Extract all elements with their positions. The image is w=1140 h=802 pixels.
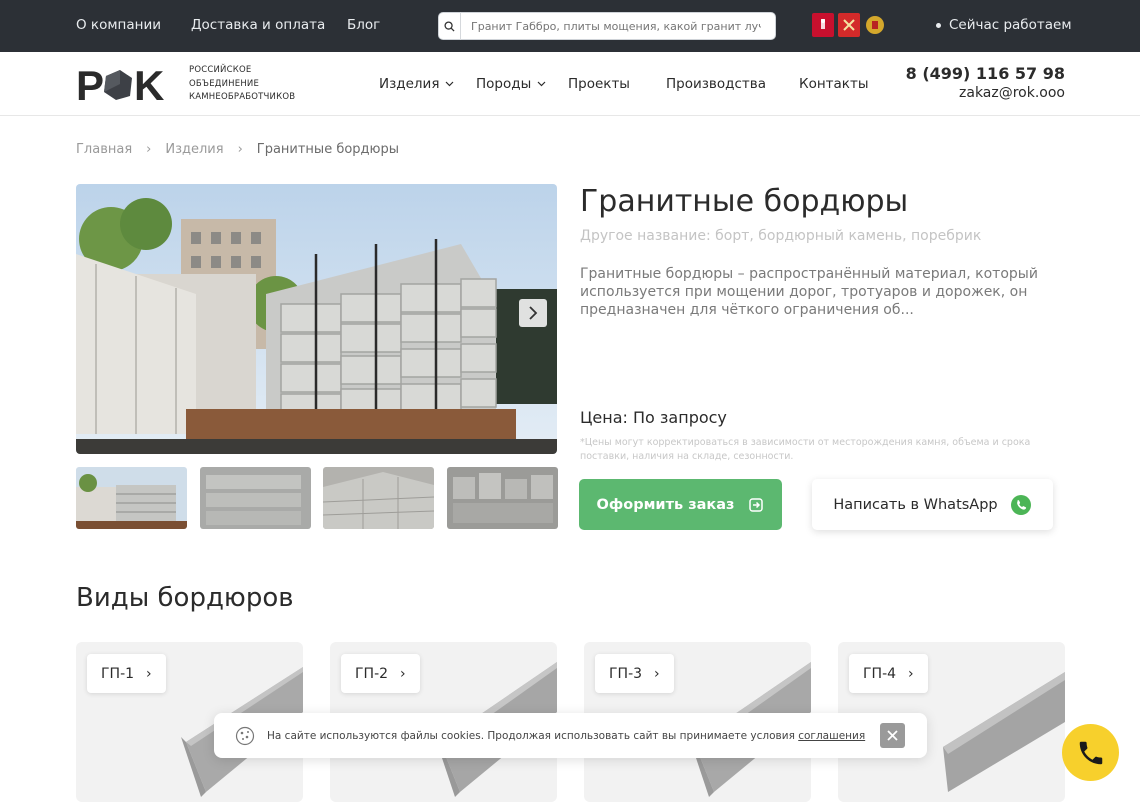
chevron-right-icon: › bbox=[400, 665, 406, 682]
thumbnail-photo bbox=[76, 467, 187, 529]
cookie-close-button[interactable] bbox=[880, 723, 905, 748]
card-label: ГП-3 bbox=[609, 665, 643, 682]
product-main-image[interactable] bbox=[76, 184, 557, 454]
nav-item-label: Изделия bbox=[379, 76, 440, 92]
working-status: Сейчас работаем bbox=[936, 17, 1072, 33]
breadcrumb: Главная › Изделия › Гранитные бордюры bbox=[76, 142, 399, 157]
thumbnail-photo bbox=[447, 467, 558, 529]
chevron-right-icon bbox=[529, 306, 538, 320]
cookie-text: На сайте используются файлы cookies. Про… bbox=[267, 730, 865, 742]
nav-link-about[interactable]: О компании bbox=[76, 17, 161, 33]
breadcrumb-current: Гранитные бордюры bbox=[256, 142, 399, 157]
nav-item-projects[interactable]: Проекты bbox=[568, 76, 630, 92]
card-chip[interactable]: ГП-1 › bbox=[87, 654, 166, 693]
nav-item-label: Проекты bbox=[568, 76, 630, 92]
top-bar: О компании Доставка и оплата Блог Сейчас… bbox=[0, 0, 1140, 52]
granite-curbs-truck-photo bbox=[76, 184, 557, 454]
login-arrow-icon bbox=[749, 497, 764, 512]
whatsapp-icon bbox=[1010, 494, 1031, 515]
nav-item-stones[interactable]: Породы bbox=[476, 76, 546, 92]
chevron-down-icon bbox=[537, 81, 546, 87]
logo-mark-icon: P K bbox=[76, 66, 164, 102]
chevron-right-icon: › bbox=[654, 665, 660, 682]
product-alt-names: Другое название: борт, бордюрный камень,… bbox=[580, 228, 982, 244]
region-flags bbox=[812, 13, 886, 37]
card-chip[interactable]: ГП-4 › bbox=[849, 654, 928, 693]
order-button[interactable]: Оформить заказ bbox=[579, 479, 782, 530]
cookie-agreement-link[interactable]: соглашения bbox=[798, 730, 865, 742]
product-price: Цена: По запросу bbox=[580, 408, 727, 427]
order-button-label: Оформить заказ bbox=[596, 496, 735, 513]
card-chip[interactable]: ГП-2 › bbox=[341, 654, 420, 693]
russia-coat-icon[interactable] bbox=[864, 13, 886, 37]
price-note: *Цены могут корректироваться в зависимос… bbox=[580, 437, 1031, 462]
section-title: Виды бордюров bbox=[76, 583, 294, 613]
thumbnail-photo bbox=[200, 467, 311, 529]
status-text: Сейчас работаем bbox=[949, 17, 1072, 33]
callback-button[interactable] bbox=[1062, 724, 1119, 781]
product-description: Гранитные бордюры – распространённый мат… bbox=[580, 266, 1038, 318]
nav-item-contacts[interactable]: Контакты bbox=[799, 76, 868, 92]
gallery-thumbnail[interactable] bbox=[447, 467, 558, 529]
nav-item-label: Контакты bbox=[799, 76, 869, 92]
spb-coat-icon[interactable] bbox=[838, 13, 860, 37]
svg-text:P: P bbox=[76, 66, 104, 102]
whatsapp-button[interactable]: Написать в WhatsApp bbox=[812, 479, 1053, 530]
nav-item-production[interactable]: Производства bbox=[666, 76, 766, 92]
breadcrumb-products[interactable]: Изделия bbox=[165, 142, 223, 157]
gallery-thumbnail[interactable] bbox=[200, 467, 311, 529]
svg-text:K: K bbox=[134, 66, 164, 102]
nav-link-blog[interactable]: Блог bbox=[347, 17, 380, 33]
moscow-coat-icon[interactable] bbox=[812, 13, 834, 37]
breadcrumb-separator-icon: › bbox=[237, 142, 243, 157]
logo-sub-line: РОССИЙСКОЕ bbox=[189, 65, 252, 75]
close-icon bbox=[887, 730, 898, 741]
email-link[interactable]: zakaz@rok.ooo bbox=[959, 85, 1065, 101]
card-chip[interactable]: ГП-3 › bbox=[595, 654, 674, 693]
nav-item-label: Производства bbox=[666, 76, 766, 92]
cookie-icon bbox=[235, 726, 255, 745]
logo-sub-line: КАМНЕОБРАБОТЧИКОВ bbox=[189, 92, 296, 102]
card-label: ГП-4 bbox=[863, 665, 897, 682]
logo-sub-line: ОБЪЕДИНЕНИЕ bbox=[189, 78, 260, 89]
thumbnail-photo bbox=[323, 467, 434, 529]
card-label: ГП-2 bbox=[355, 665, 389, 682]
product-title: Гранитные бордюры bbox=[580, 184, 909, 219]
phone-icon bbox=[1079, 741, 1102, 764]
logo[interactable]: P K bbox=[76, 66, 176, 102]
cookie-message: На сайте используются файлы cookies. Про… bbox=[267, 729, 795, 742]
search-icon[interactable] bbox=[439, 12, 461, 40]
chevron-right-icon: › bbox=[146, 665, 152, 682]
phone-number[interactable]: 8 (499) 116 57 98 bbox=[906, 64, 1065, 83]
nav-item-label: Породы bbox=[476, 76, 532, 92]
whatsapp-button-label: Написать в WhatsApp bbox=[833, 496, 998, 513]
chevron-down-icon bbox=[446, 81, 454, 87]
breadcrumb-home[interactable]: Главная bbox=[76, 142, 132, 157]
search-box bbox=[438, 12, 776, 40]
gallery-thumbnail[interactable] bbox=[323, 467, 434, 529]
nav-item-products[interactable]: Изделия bbox=[379, 76, 454, 92]
nav-link-delivery[interactable]: Доставка и оплата bbox=[191, 17, 325, 33]
logo-subtitle: РОССИЙСКОЕ ОБЪЕДИНЕНИЕ КАМНЕОБРАБОТЧИКОВ bbox=[189, 64, 295, 105]
status-dot-icon bbox=[936, 22, 941, 28]
chevron-right-icon: › bbox=[908, 665, 914, 682]
card-label: ГП-1 bbox=[101, 665, 135, 682]
gallery-thumbnail[interactable] bbox=[76, 467, 187, 529]
breadcrumb-separator-icon: › bbox=[146, 142, 152, 157]
search-input[interactable] bbox=[461, 19, 761, 33]
cookie-banner: На сайте используются файлы cookies. Про… bbox=[214, 713, 927, 758]
gallery-next-button[interactable] bbox=[519, 299, 547, 327]
site-header: P K РОССИЙСКОЕ ОБЪЕДИНЕНИЕ КАМНЕОБРАБОТЧ… bbox=[0, 52, 1140, 116]
